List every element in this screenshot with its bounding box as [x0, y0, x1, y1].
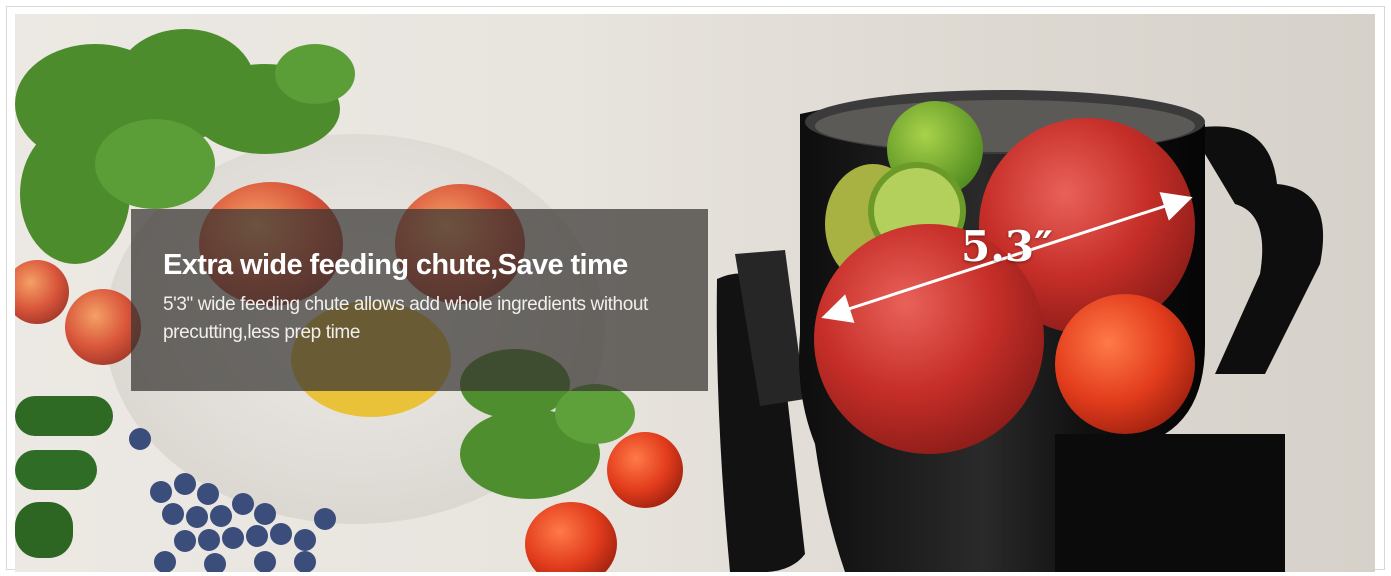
peach — [15, 260, 69, 324]
feature-description: 5'3" wide feeding chute allows add whole… — [163, 294, 648, 343]
tomato — [525, 502, 617, 572]
tomato — [607, 432, 683, 508]
chute-width-label: 5.3″ — [961, 222, 1053, 271]
peach — [65, 289, 141, 365]
cucumber — [15, 396, 113, 436]
cucumber — [15, 450, 97, 490]
cucumber — [15, 502, 73, 558]
juicer — [716, 90, 1324, 572]
tomato — [1055, 294, 1195, 434]
feature-headline: Extra wide feeding chute,Save time — [163, 249, 628, 281]
feature-callout: Extra wide feeding chute,Save time 5'3" … — [131, 209, 708, 391]
